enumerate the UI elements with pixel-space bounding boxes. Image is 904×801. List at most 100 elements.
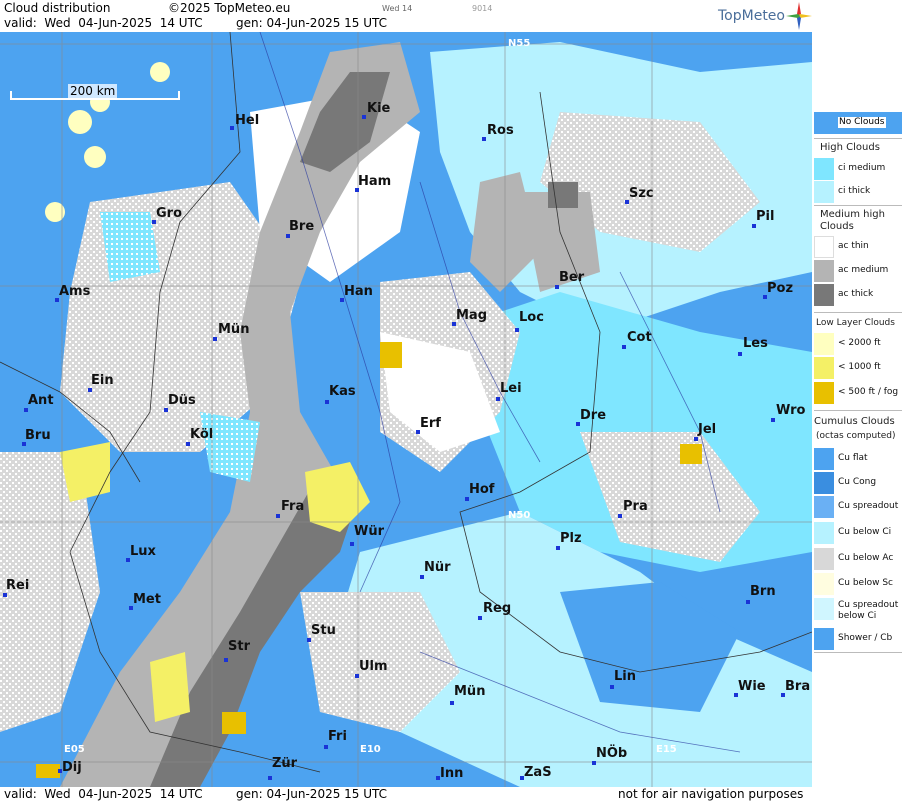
city-label[interactable]: Bru: [25, 428, 51, 443]
city-label[interactable]: Loc: [519, 310, 544, 325]
low-1000-region-3: [150, 652, 190, 722]
footer-disclaimer: not for air navigation purposes: [618, 787, 804, 801]
city-label[interactable]: Mün: [218, 322, 249, 337]
city-label[interactable]: Poz: [767, 281, 793, 296]
cloud-map[interactable]: 200 km N55 N50 E05 E10 E15 Hel Kie Ros H…: [0, 32, 812, 787]
city-marker: [224, 658, 228, 662]
legend-cu-below-ac: Cu below Ac: [814, 548, 902, 570]
city-label[interactable]: Brn: [750, 584, 776, 599]
city-label[interactable]: Ulm: [359, 659, 388, 674]
valid-time: valid: Wed 04-Jun-2025 14 UTC: [4, 16, 203, 30]
cu-below-ci-region: [100, 212, 160, 282]
city-label[interactable]: Kie: [367, 101, 390, 116]
city-label[interactable]: ZaS: [524, 765, 552, 780]
footer-generated-time: gen: 04-Jun-2025 15 UTC: [236, 787, 388, 801]
city-marker: [556, 546, 560, 550]
map-canvas: [0, 32, 812, 787]
topmeteo-logo[interactable]: TopMeteo: [718, 8, 785, 24]
city-label[interactable]: Cot: [627, 330, 652, 345]
city-label[interactable]: Bre: [289, 219, 314, 234]
city-label[interactable]: Gro: [156, 206, 182, 221]
city-marker: [3, 593, 7, 597]
city-label[interactable]: Bra: [785, 679, 810, 694]
map-header: Cloud distribution ©2025 TopMeteo.eu Wed…: [0, 0, 812, 32]
city-label[interactable]: Jel: [698, 422, 716, 437]
city-marker: [325, 400, 329, 404]
city-label[interactable]: Les: [743, 336, 768, 351]
coord-label: E10: [360, 744, 381, 755]
legend-cu-below-sc: Cu below Sc: [814, 573, 902, 595]
city-label[interactable]: Ros: [487, 123, 514, 138]
city-marker: [324, 745, 328, 749]
legend-cu-cong: Cu Cong: [814, 472, 902, 494]
city-label[interactable]: Inn: [440, 766, 463, 781]
city-marker: [694, 437, 698, 441]
city-label[interactable]: Köl: [190, 427, 213, 442]
city-label[interactable]: Met: [133, 592, 161, 607]
legend-cumulus-title: Cumulus Clouds: [814, 416, 895, 427]
city-marker: [450, 701, 454, 705]
city-label[interactable]: Nür: [424, 560, 451, 575]
city-label[interactable]: Mün: [454, 684, 485, 699]
map-title: Cloud distribution: [4, 1, 111, 15]
city-marker: [592, 761, 596, 765]
city-marker: [355, 674, 359, 678]
city-label[interactable]: Fra: [281, 499, 304, 514]
city-marker: [515, 328, 519, 332]
legend-ac-thin: ac thin: [814, 236, 902, 258]
city-label[interactable]: Erf: [420, 416, 441, 431]
city-label[interactable]: Fri: [328, 729, 347, 744]
legend-cu-flat: Cu flat: [814, 448, 902, 470]
low-500-patch-3: [222, 712, 246, 734]
city-label[interactable]: Ams: [59, 284, 90, 299]
city-marker: [276, 514, 280, 518]
city-label[interactable]: Ant: [28, 393, 54, 408]
compass-star-icon: [786, 2, 812, 30]
copyright: ©2025 TopMeteo.eu: [168, 1, 291, 15]
city-label[interactable]: Plz: [560, 531, 582, 546]
city-label[interactable]: Kas: [329, 384, 356, 399]
city-label[interactable]: Mag: [456, 308, 487, 323]
city-label[interactable]: Rei: [6, 578, 29, 593]
legend-ac-medium: ac medium: [814, 260, 902, 282]
small-day-label: Wed 14: [382, 4, 413, 13]
city-marker: [465, 497, 469, 501]
city-label[interactable]: Zür: [272, 756, 297, 771]
city-label[interactable]: Ham: [358, 174, 391, 189]
coord-label: E15: [656, 744, 677, 755]
city-label[interactable]: Wie: [738, 679, 766, 694]
city-label[interactable]: Düs: [168, 393, 196, 408]
city-label[interactable]: Pra: [623, 499, 648, 514]
city-label[interactable]: Wro: [776, 403, 805, 418]
city-label[interactable]: Han: [344, 284, 373, 299]
city-label[interactable]: Pil: [756, 209, 774, 224]
city-marker: [164, 408, 168, 412]
city-label[interactable]: Lei: [500, 381, 522, 396]
city-label[interactable]: Dre: [580, 408, 606, 423]
city-label[interactable]: Ein: [91, 373, 114, 388]
city-marker: [746, 600, 750, 604]
city-label[interactable]: Szc: [629, 186, 654, 201]
city-marker: [362, 115, 366, 119]
small-code-label: 9014: [472, 4, 493, 13]
city-marker: [618, 514, 622, 518]
city-label[interactable]: Str: [228, 639, 250, 654]
city-label[interactable]: Wür: [354, 524, 384, 539]
city-label[interactable]: Hel: [235, 113, 259, 128]
legend-ci-thick: ci thick: [814, 181, 902, 203]
city-label[interactable]: Lux: [130, 544, 156, 559]
city-label[interactable]: NÖb: [596, 746, 627, 761]
city-marker: [307, 638, 311, 642]
city-label[interactable]: Ber: [559, 270, 584, 285]
city-label[interactable]: Hof: [469, 482, 494, 497]
legend-low-500: < 500 ft / fog: [814, 382, 902, 404]
city-marker: [420, 575, 424, 579]
city-label[interactable]: Reg: [483, 601, 511, 616]
city-label[interactable]: Dij: [62, 760, 82, 775]
city-label[interactable]: Lin: [614, 669, 636, 684]
city-marker: [186, 442, 190, 446]
legend-low-1000: < 1000 ft: [814, 357, 902, 379]
legend-ci-medium: ci medium: [814, 158, 902, 180]
legend-cu-below-ci: Cu below Ci: [814, 522, 902, 544]
city-label[interactable]: Stu: [311, 623, 336, 638]
